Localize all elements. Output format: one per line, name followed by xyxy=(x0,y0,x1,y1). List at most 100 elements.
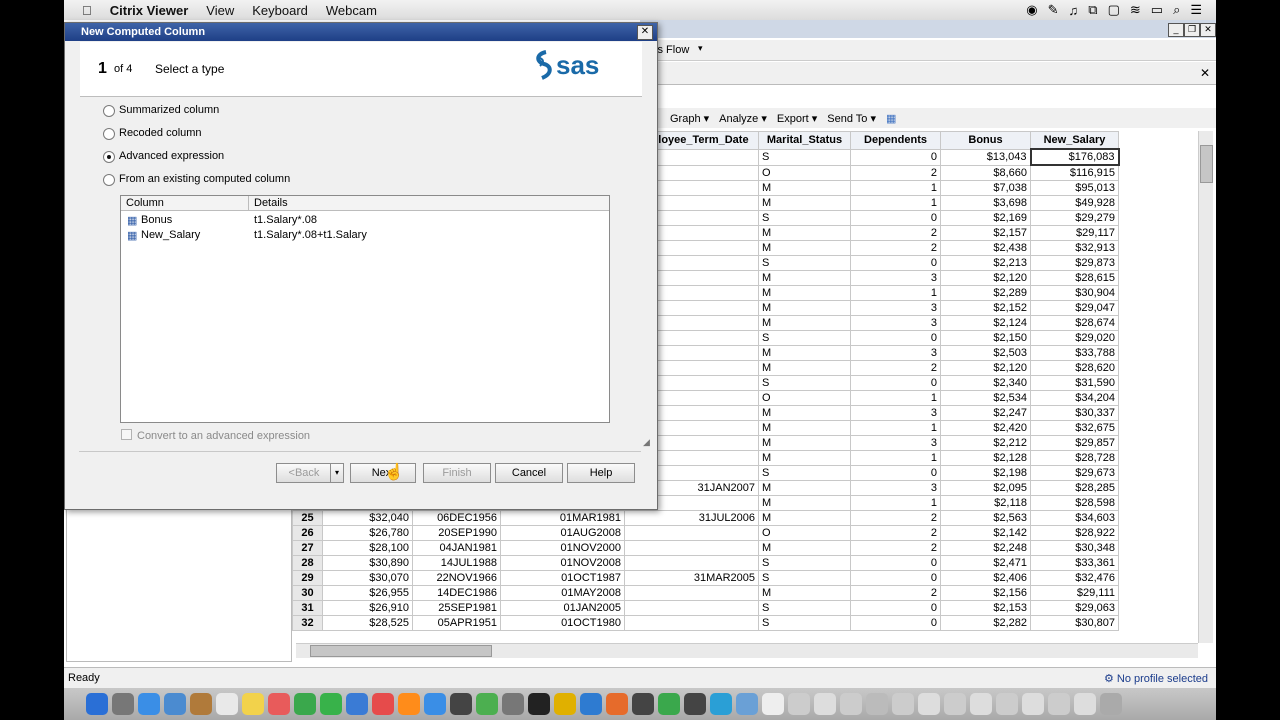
header-dependents[interactable]: Dependents xyxy=(850,131,941,150)
marital-status-cell[interactable]: O xyxy=(758,164,851,181)
new-salary-cell[interactable]: $95,013 xyxy=(1030,180,1119,196)
table-row[interactable]: 27 $28,100 04JAN1981 01NOV2000 M 2 $2,248 $30,3… xyxy=(292,540,1119,556)
dock-app-icon[interactable] xyxy=(814,693,836,715)
dock-app-icon[interactable] xyxy=(320,693,342,715)
convert-checkbox[interactable] xyxy=(121,429,132,440)
dock-app-icon[interactable] xyxy=(970,693,992,715)
row-number-cell[interactable]: 29 xyxy=(292,570,323,586)
computed-column-list[interactable]: Column Details ▦ Bonus t1.Salary*.08 ▦ N… xyxy=(120,195,610,423)
new-salary-cell[interactable]: $31,590 xyxy=(1030,375,1119,391)
marital-status-cell[interactable]: M xyxy=(758,240,851,256)
marital-status-cell[interactable]: M xyxy=(758,360,851,376)
birth-date-cell[interactable]: 20SEP1990 xyxy=(412,525,501,541)
dependents-cell[interactable]: 2 xyxy=(850,510,941,526)
dock-app-icon[interactable] xyxy=(138,693,160,715)
cancel-button[interactable]: Cancel xyxy=(495,463,563,483)
radio-summarized[interactable] xyxy=(103,105,115,117)
dock-app-icon[interactable] xyxy=(736,693,758,715)
bonus-cell[interactable]: $2,340 xyxy=(940,375,1031,391)
apple-icon[interactable]:  xyxy=(82,3,92,18)
dependents-cell[interactable]: 0 xyxy=(850,210,941,226)
marital-status-cell[interactable]: S xyxy=(758,375,851,391)
hire-date-cell[interactable]: 01NOV2008 xyxy=(500,555,625,571)
term-date-cell[interactable] xyxy=(624,600,759,616)
bonus-cell[interactable]: $2,503 xyxy=(940,345,1031,361)
resize-grip-icon[interactable]: ◢ xyxy=(643,437,650,448)
marital-status-cell[interactable]: S xyxy=(758,148,851,166)
term-date-cell[interactable] xyxy=(624,615,759,631)
marital-status-cell[interactable]: M xyxy=(758,405,851,421)
dock-app-icon[interactable] xyxy=(164,693,186,715)
bonus-cell[interactable]: $8,660 xyxy=(940,164,1031,181)
finish-button[interactable]: Finish xyxy=(423,463,491,483)
new-salary-cell[interactable]: $28,728 xyxy=(1030,450,1119,466)
birth-date-cell[interactable]: 05APR1951 xyxy=(412,615,501,631)
dependents-cell[interactable]: 0 xyxy=(850,615,941,631)
bonus-cell[interactable]: $2,120 xyxy=(940,360,1031,376)
display-icon[interactable]: ▢ xyxy=(1108,2,1120,18)
new-salary-cell[interactable]: $32,913 xyxy=(1030,240,1119,256)
option-summarized[interactable]: Summarized column xyxy=(119,104,219,116)
battery-icon[interactable]: ▭ xyxy=(1151,2,1163,18)
header-bonus[interactable]: Bonus xyxy=(940,131,1031,150)
hire-date-cell[interactable]: 01OCT1980 xyxy=(500,615,625,631)
marital-status-cell[interactable]: S xyxy=(758,555,851,571)
hire-date-cell[interactable]: 01OCT1987 xyxy=(500,570,625,586)
app-menu-citrix[interactable]: Citrix Viewer xyxy=(110,3,189,18)
dock-app-icon[interactable] xyxy=(528,693,550,715)
back-dropdown-icon[interactable]: ▾ xyxy=(330,463,344,483)
salary-cell[interactable]: $30,890 xyxy=(322,555,413,571)
dialog-close-button[interactable]: ✕ xyxy=(637,25,653,40)
menu-keyboard[interactable]: Keyboard xyxy=(252,3,308,18)
marital-status-cell[interactable]: M xyxy=(758,315,851,331)
marital-status-cell[interactable]: M xyxy=(758,450,851,466)
term-date-cell[interactable] xyxy=(624,555,759,571)
toolbar-send-to[interactable]: Send To ▾ xyxy=(827,112,876,125)
list-item[interactable]: ▦ New_Salary t1.Salary*.08+t1.Salary xyxy=(125,228,605,242)
new-salary-cell[interactable]: $30,904 xyxy=(1030,285,1119,301)
birth-date-cell[interactable]: 06DEC1956 xyxy=(412,510,501,526)
dependents-cell[interactable]: 3 xyxy=(850,435,941,451)
vertical-scroll-thumb[interactable] xyxy=(1200,145,1213,183)
bonus-cell[interactable]: $2,124 xyxy=(940,315,1031,331)
bonus-cell[interactable]: $2,118 xyxy=(940,495,1031,511)
salary-cell[interactable]: $26,910 xyxy=(322,600,413,616)
dependents-cell[interactable]: 3 xyxy=(850,315,941,331)
marital-status-cell[interactable]: O xyxy=(758,525,851,541)
bonus-cell[interactable]: $2,471 xyxy=(940,555,1031,571)
term-date-cell[interactable] xyxy=(624,525,759,541)
table-row[interactable]: 28 $30,890 14JUL1988 01NOV2008 S 0 $2,471 $33,3… xyxy=(292,555,1119,571)
marital-status-cell[interactable]: S xyxy=(758,615,851,631)
search-icon[interactable]: ⌕ xyxy=(1173,2,1180,18)
dependents-cell[interactable]: 1 xyxy=(850,450,941,466)
new-salary-cell[interactable]: $29,063 xyxy=(1030,600,1119,616)
bonus-cell[interactable]: $2,438 xyxy=(940,240,1031,256)
new-salary-cell[interactable]: $28,285 xyxy=(1030,480,1119,496)
dependents-cell[interactable]: 2 xyxy=(850,585,941,601)
dependents-cell[interactable]: 3 xyxy=(850,270,941,286)
dependents-cell[interactable]: 0 xyxy=(850,600,941,616)
dock-app-icon[interactable] xyxy=(580,693,602,715)
share-icon[interactable]: ⧉ xyxy=(1088,2,1097,18)
dependents-cell[interactable]: 2 xyxy=(850,240,941,256)
bell-icon[interactable]: ♫ xyxy=(1069,3,1079,18)
salary-cell[interactable]: $26,955 xyxy=(322,585,413,601)
dependents-cell[interactable]: 0 xyxy=(850,555,941,571)
bonus-cell[interactable]: $2,157 xyxy=(940,225,1031,241)
new-salary-cell[interactable]: $29,117 xyxy=(1030,225,1119,241)
dock-app-icon[interactable] xyxy=(632,693,654,715)
dependents-cell[interactable]: 1 xyxy=(850,420,941,436)
dependents-cell[interactable]: 2 xyxy=(850,225,941,241)
new-salary-cell[interactable]: $29,047 xyxy=(1030,300,1119,316)
dock-app-icon[interactable] xyxy=(190,693,212,715)
row-number-cell[interactable]: 30 xyxy=(292,585,323,601)
table-row[interactable]: 26 $26,780 20SEP1990 01AUG2008 O 2 $2,142 $28,9… xyxy=(292,525,1119,541)
bonus-cell[interactable]: $2,534 xyxy=(940,390,1031,406)
salary-cell[interactable]: $32,040 xyxy=(322,510,413,526)
menu-view[interactable]: View xyxy=(206,3,234,18)
salary-cell[interactable]: $26,780 xyxy=(322,525,413,541)
bonus-cell[interactable]: $2,282 xyxy=(940,615,1031,631)
new-salary-cell[interactable]: $28,615 xyxy=(1030,270,1119,286)
dependents-cell[interactable]: 2 xyxy=(850,540,941,556)
dependents-cell[interactable]: 0 xyxy=(850,148,941,166)
